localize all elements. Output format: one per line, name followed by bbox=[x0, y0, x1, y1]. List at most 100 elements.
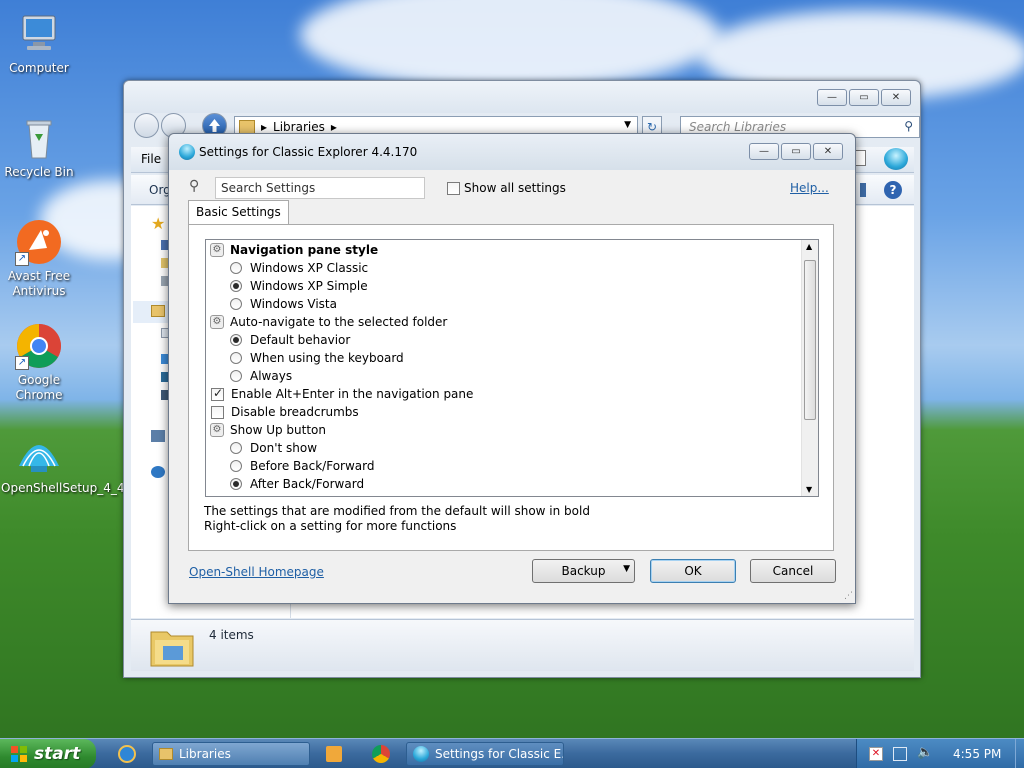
backup-dropdown-icon[interactable]: ▼ bbox=[623, 564, 630, 574]
libraries-icon bbox=[159, 748, 173, 760]
desktop-icon-label: Recycle Bin bbox=[4, 165, 74, 179]
desktop-icon-recycle-bin[interactable]: Recycle Bin bbox=[1, 114, 77, 180]
desktop-icon-computer[interactable]: Computer bbox=[1, 10, 77, 76]
backup-label: Backup bbox=[561, 564, 606, 578]
radio-button[interactable] bbox=[230, 298, 242, 310]
settings-search-input[interactable]: Search Settings bbox=[215, 177, 425, 199]
taskbar-item-libraries[interactable]: Libraries bbox=[152, 742, 310, 766]
scroll-down-arrow-icon[interactable]: ▼ bbox=[806, 485, 812, 494]
radio-button[interactable] bbox=[230, 460, 242, 472]
tab-basic-settings[interactable]: Basic Settings bbox=[188, 200, 289, 225]
favorites-star-icon[interactable]: ★ bbox=[151, 214, 165, 233]
windows-logo-icon bbox=[11, 746, 27, 762]
help-link[interactable]: Help... bbox=[790, 181, 829, 195]
minimize-button[interactable]: — bbox=[817, 89, 847, 106]
setting-group-navigation-pane-style[interactable]: ⚙ Navigation pane style bbox=[210, 241, 378, 259]
show-all-settings-option[interactable]: Show all settings bbox=[447, 181, 566, 195]
search-placeholder: Search Libraries bbox=[689, 120, 787, 134]
search-icon: ⚲ bbox=[189, 178, 200, 194]
start-button[interactable]: start bbox=[0, 739, 96, 768]
radio-button-selected[interactable] bbox=[230, 280, 242, 292]
explorer-titlebar[interactable] bbox=[124, 81, 920, 113]
resize-grip-icon[interactable]: ⋰ bbox=[844, 591, 853, 601]
volume-icon[interactable]: 🔈 bbox=[917, 745, 933, 760]
recycle-bin-icon bbox=[15, 114, 63, 162]
desktop-icon-avast[interactable]: ↗ Avast Free Antivirus bbox=[1, 218, 77, 299]
hint-line-1: The settings that are modified from the … bbox=[204, 504, 590, 518]
setting-group-show-up-button[interactable]: ⚙ Show Up button bbox=[210, 421, 326, 439]
radio-button[interactable] bbox=[230, 442, 242, 454]
media-player-icon[interactable] bbox=[326, 746, 342, 762]
backup-button[interactable]: Backup ▼ bbox=[532, 559, 635, 583]
chrome-icon[interactable] bbox=[372, 745, 390, 763]
setting-disable-breadcrumbs[interactable]: Disable breadcrumbs bbox=[211, 403, 359, 421]
dialog-titlebar[interactable]: Settings for Classic Explorer 4.4.170 — … bbox=[169, 134, 855, 170]
hint-line-2: Right-click on a setting for more functi… bbox=[204, 519, 457, 533]
search-icon[interactable]: ⚲ bbox=[904, 119, 913, 133]
scroll-up-arrow-icon[interactable]: ▲ bbox=[806, 242, 812, 251]
internet-explorer-icon[interactable] bbox=[118, 745, 136, 763]
setting-option[interactable]: Don't show bbox=[230, 439, 317, 457]
breadcrumb-arrow-icon: ▸ bbox=[261, 120, 268, 134]
computer-nav-icon[interactable] bbox=[151, 430, 165, 442]
dialog-window-controls: — ▭ ✕ bbox=[749, 143, 843, 160]
settings-gear-icon: ⚙ bbox=[210, 423, 224, 437]
setting-option[interactable]: When using the keyboard bbox=[230, 349, 404, 367]
dialog-minimize-button[interactable]: — bbox=[749, 143, 779, 160]
help-icon[interactable]: ? bbox=[884, 181, 902, 199]
taskbar-item-settings[interactable]: Settings for Classic E... bbox=[406, 742, 564, 766]
radio-button[interactable] bbox=[230, 262, 242, 274]
show-all-settings-checkbox[interactable] bbox=[447, 181, 460, 195]
openshell-settings-icon[interactable] bbox=[884, 148, 908, 170]
setting-group-auto-navigate[interactable]: ⚙ Auto-navigate to the selected folder bbox=[210, 313, 447, 331]
settings-gear-icon: ⚙ bbox=[210, 243, 224, 257]
computer-icon bbox=[15, 10, 63, 58]
settings-tree[interactable]: ⚙ Navigation pane style Windows XP Class… bbox=[205, 239, 819, 497]
ok-button[interactable]: OK bbox=[650, 559, 736, 583]
address-dropdown-icon[interactable]: ▼ bbox=[624, 120, 631, 130]
breadcrumb-libraries[interactable]: Libraries bbox=[273, 120, 325, 134]
radio-button-selected[interactable] bbox=[230, 334, 242, 346]
setting-option[interactable]: After Back/Forward bbox=[230, 475, 364, 493]
explorer-details-pane: 4 items bbox=[131, 619, 914, 671]
settings-hint: The settings that are modified from the … bbox=[204, 504, 590, 534]
maximize-button[interactable]: ▭ bbox=[849, 89, 879, 106]
system-tray: ✕ 🔈 4:55 PM bbox=[856, 739, 1024, 768]
cancel-button[interactable]: Cancel bbox=[750, 559, 836, 583]
network-icon[interactable] bbox=[893, 747, 907, 761]
dialog-close-button[interactable]: ✕ bbox=[813, 143, 843, 160]
setting-option[interactable]: Default behavior bbox=[230, 331, 350, 349]
setting-alt-enter[interactable]: Enable Alt+Enter in the navigation pane bbox=[211, 385, 473, 403]
setting-option[interactable]: Always bbox=[230, 367, 292, 385]
libraries-folder-icon bbox=[150, 631, 194, 667]
setting-option[interactable]: Before Back/Forward bbox=[230, 457, 374, 475]
close-button[interactable]: ✕ bbox=[881, 89, 911, 106]
settings-search-placeholder: Search Settings bbox=[221, 181, 316, 195]
menu-file[interactable]: File bbox=[141, 152, 161, 166]
setting-option[interactable]: Windows XP Classic bbox=[230, 259, 368, 277]
clock[interactable]: 4:55 PM bbox=[953, 747, 1001, 761]
radio-button[interactable] bbox=[230, 352, 242, 364]
checkbox-checked[interactable] bbox=[211, 386, 224, 401]
settings-scrollbar[interactable]: ▲ ▼ bbox=[801, 240, 818, 496]
desktop-icon-chrome[interactable]: ↗ Google Chrome bbox=[1, 322, 77, 403]
layout-icon[interactable] bbox=[860, 183, 866, 197]
scrollbar-thumb[interactable] bbox=[804, 260, 816, 420]
taskbar: start Libraries Settings for Classic E..… bbox=[0, 738, 1024, 768]
desktop-icon-label: Avast Free Antivirus bbox=[7, 269, 71, 298]
openshell-homepage-link[interactable]: Open-Shell Homepage bbox=[189, 565, 324, 579]
breadcrumb-arrow-icon[interactable]: ▸ bbox=[331, 120, 337, 134]
start-label: start bbox=[34, 744, 81, 764]
setting-option[interactable]: Windows Vista bbox=[230, 295, 337, 313]
settings-dialog[interactable]: Settings for Classic Explorer 4.4.170 — … bbox=[168, 133, 856, 604]
desktop-icon-openshell-setup[interactable]: OpenShellSetup_4_4_170 bbox=[1, 430, 153, 496]
dialog-maximize-button[interactable]: ▭ bbox=[781, 143, 811, 160]
network-icon[interactable] bbox=[151, 466, 165, 478]
radio-button[interactable] bbox=[230, 370, 242, 382]
setting-option[interactable]: Windows XP Simple bbox=[230, 277, 368, 295]
action-center-icon[interactable]: ✕ bbox=[869, 747, 883, 761]
checkbox[interactable] bbox=[211, 405, 224, 419]
back-button[interactable] bbox=[134, 113, 159, 138]
radio-button-selected[interactable] bbox=[230, 478, 242, 490]
show-desktop-button[interactable] bbox=[1015, 739, 1024, 768]
